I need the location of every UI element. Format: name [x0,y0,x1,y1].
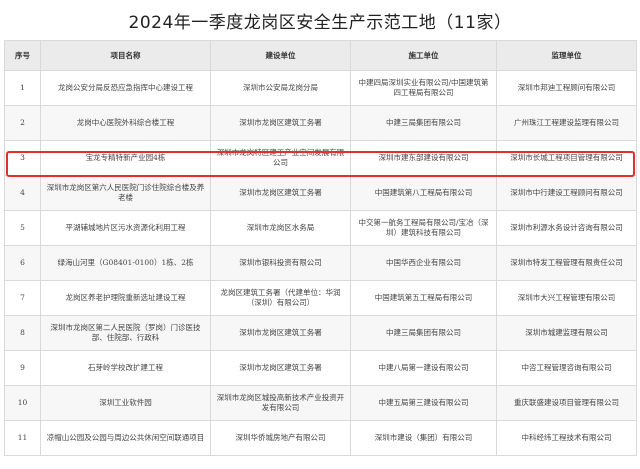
row-number: 6 [4,245,41,281]
row-number: 7 [4,280,41,316]
project-name-cell: 深圳市龙岗区第二人民医院（罗岗）门诊医技部、住院部、行政科 [40,315,211,351]
table-row: 4 深圳市龙岗区第六人民医院门诊住院综合楼及养老楼 深圳市龙岗区建筑工务署 中国建筑第… [4,175,637,211]
contractor-cell: 深圳市建东部建设有限公司 [350,140,497,176]
project-name-cell: 龙岗区养老护理院重新选址建设工程 [40,280,211,316]
header-no: 序号 [4,40,41,71]
project-name-cell: 平湖辅城地片区污水资源化利用工程 [40,210,211,246]
builder-cell: 深圳市公安局龙岗分局 [210,70,351,106]
supervisor-cell: 深圳市大兴工程管理有限公司 [496,280,637,316]
table-body: 1 龙岗公安分局反恐应急指挥中心建设工程 深圳市公安局龙岗分局 中建四局深圳实业有限公… [4,70,637,456]
project-name-cell: 绿海山河里（G08401-0100）1栋、2栋 [40,245,211,281]
builder-cell: 深圳市龙岗区城投高新技术产业投资开发有限公司 [210,385,351,421]
supervisor-cell: 深圳市利源水务设计咨询有限公司 [496,210,637,246]
row-number: 2 [4,105,41,141]
builder-cell: 深圳市龙岗区建筑工务署 [210,315,351,351]
row-number: 4 [4,175,41,211]
project-name-cell: 深圳市龙岗区第六人民医院门诊住院综合楼及养老楼 [40,175,211,211]
supervisor-cell: 深圳市邦迪工程顾问有限公司 [496,70,637,106]
header-builder: 建设单位 [210,40,351,71]
supervisor-cell: 中咨工程管理咨询有限公司 [496,350,637,386]
project-name-cell: 龙岗中心医院外科综合楼工程 [40,105,211,141]
table-row: 6 绿海山河里（G08401-0100）1栋、2栋 深圳市银科投资有限公司 中国华西企… [4,245,637,281]
builder-cell: 深圳市龙岗区建筑工务署 [210,350,351,386]
supervisor-cell: 重庆联盛建设项目管理有限公司 [496,385,637,421]
contractor-cell: 深圳市建设（集团）有限公司 [350,420,497,456]
contractor-cell: 中交第一航务工程局有限公司/宝冶（深圳）建筑科技有限公司 [350,210,497,246]
header-contractor: 施工单位 [350,40,497,71]
contractor-cell: 中建三局集团有限公司 [350,105,497,141]
header-supervisor: 监理单位 [496,40,637,71]
table-row: 9 石芽岭学校改扩建工程 深圳市龙岗区建筑工务署 中建八局第一建设有限公司 中咨工程管理… [4,350,637,386]
supervisor-cell: 深圳市长城工程项目管理有限公司 [496,140,637,176]
table-header-row: 序号 项目名称 建设单位 施工单位 监理单位 [4,40,637,71]
row-number: 9 [4,350,41,386]
table-row: 5 平湖辅城地片区污水资源化利用工程 深圳市龙岗区水务局 中交第一航务工程局有限公司/… [4,210,637,246]
table-row: 8 深圳市龙岗区第二人民医院（罗岗）门诊医技部、住院部、行政科 深圳市龙岗区建筑工务… [4,315,637,351]
supervisor-cell: 中科经纬工程技术有限公司 [496,420,637,456]
contractor-cell: 中国华西企业有限公司 [350,245,497,281]
supervisor-cell: 深圳市特发工程管理有限责任公司 [496,245,637,281]
table-row: 11 凉帽山公园及公园与周边公共休闲空间联通项目 深圳华侨城房地产有限公司 深圳市建设… [4,420,637,456]
project-name-cell: 深圳工业软件园 [40,385,211,421]
builder-cell: 深圳市银科投资有限公司 [210,245,351,281]
page-title: 2024年一季度龙岗区安全生产示范工地（11家） [128,12,512,33]
table-row: 3 宝龙专精特新产业园4栋 深圳市龙岗特区建工产业空间发展有限公司 深圳市建东部建设有… [4,140,637,176]
project-name-cell: 凉帽山公园及公园与周边公共休闲空间联通项目 [40,420,211,456]
table-row: 2 龙岗中心医院外科综合楼工程 深圳市龙岗区建筑工务署 中建三局集团有限公司 广州珠江工… [4,105,637,141]
contractor-cell: 中国建筑第八工程局有限公司 [350,175,497,211]
builder-cell: 龙岗区建筑工务署（代建单位：华润（深圳）有限公司） [210,280,351,316]
header-project-name: 项目名称 [40,40,211,71]
supervisor-cell: 深圳市中行建设工程顾问有限公司 [496,175,637,211]
supervisor-cell: 深圳市城建监理有限公司 [496,315,637,351]
builder-cell: 深圳市龙岗区建筑工务署 [210,105,351,141]
project-name-cell: 宝龙专精特新产业园4栋 [40,140,211,176]
contractor-cell: 中建三局集团有限公司 [350,315,497,351]
contractor-cell: 中建四局深圳实业有限公司/中国建筑第四工程局有限公司 [350,70,497,106]
builder-cell: 深圳市龙岗区水务局 [210,210,351,246]
contractor-cell: 中建五局第三建设有限公司 [350,385,497,421]
builder-cell: 深圳市龙岗特区建工产业空间发展有限公司 [210,140,351,176]
builder-cell: 深圳市龙岗区建筑工务署 [210,175,351,211]
builder-cell: 深圳华侨城房地产有限公司 [210,420,351,456]
row-number: 11 [4,420,41,456]
table-row: 1 龙岗公安分局反恐应急指挥中心建设工程 深圳市公安局龙岗分局 中建四局深圳实业有限公… [4,70,637,106]
table-row: 10 深圳工业软件园 深圳市龙岗区城投高新技术产业投资开发有限公司 中建五局第三建设有… [4,385,637,421]
row-number: 10 [4,385,41,421]
row-number: 3 [4,140,41,176]
demo-site-table: 序号 项目名称 建设单位 施工单位 监理单位 1 龙岗公安分局反恐应急指挥中心建设… [4,40,637,456]
row-number: 5 [4,210,41,246]
project-name-cell: 石芽岭学校改扩建工程 [40,350,211,386]
project-name-cell: 龙岗公安分局反恐应急指挥中心建设工程 [40,70,211,106]
row-number: 1 [4,70,41,106]
supervisor-cell: 广州珠江工程建设监理有限公司 [496,105,637,141]
row-number: 8 [4,315,41,351]
contractor-cell: 中国建筑第五工程局有限公司 [350,280,497,316]
contractor-cell: 中建八局第一建设有限公司 [350,350,497,386]
table-row: 7 龙岗区养老护理院重新选址建设工程 龙岗区建筑工务署（代建单位：华润（深圳）有限公… [4,280,637,316]
